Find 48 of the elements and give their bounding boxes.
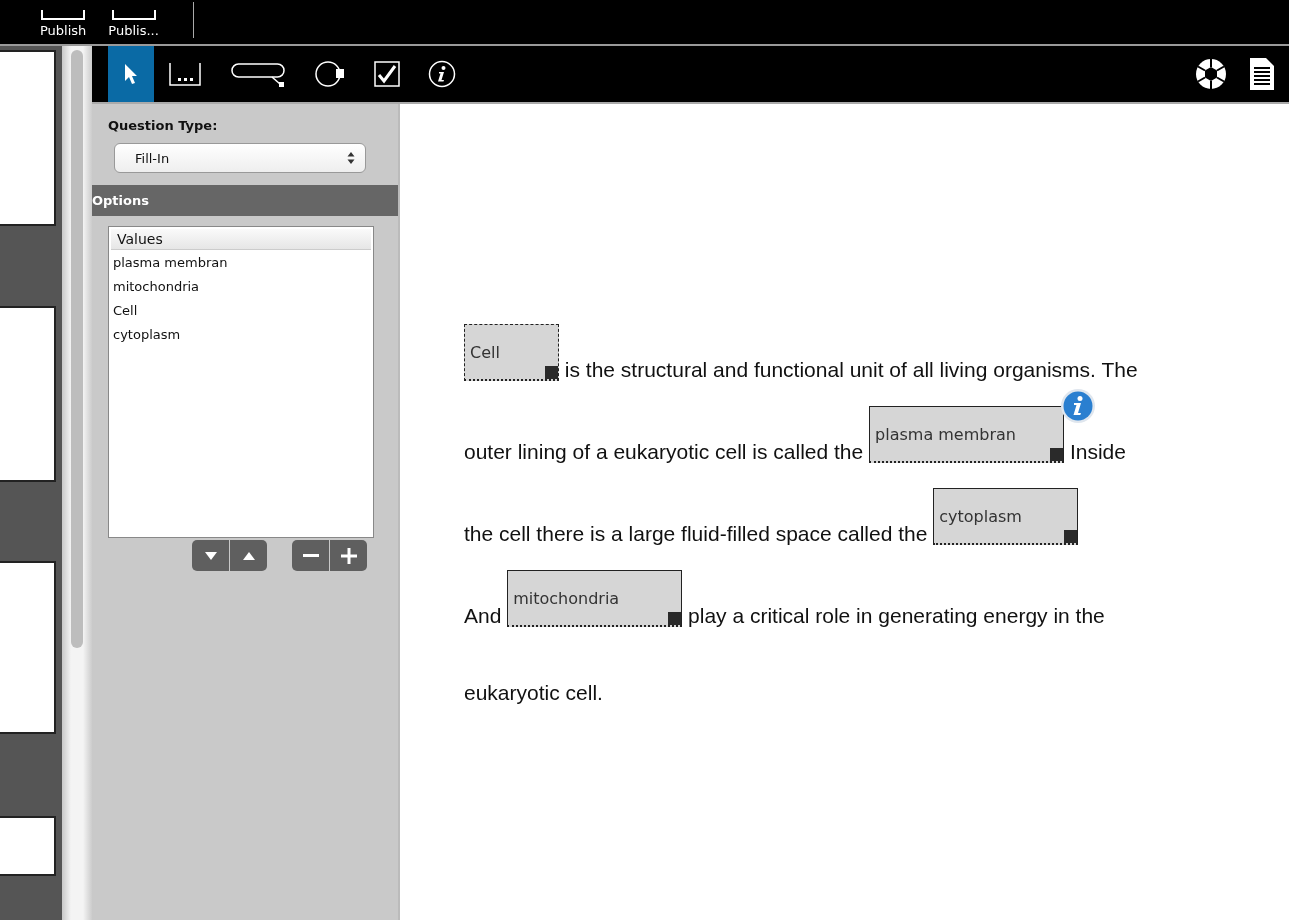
answer-box[interactable]: mitochondria bbox=[507, 570, 683, 627]
slide-thumbnail[interactable] bbox=[0, 816, 56, 876]
question-text: outer lining of a eukaryotic cell is called the bbox=[464, 440, 865, 463]
question-text: And bbox=[464, 604, 503, 627]
slide-thumbnail[interactable] bbox=[0, 561, 56, 734]
slide-thumbnail[interactable] bbox=[0, 306, 56, 482]
circle-icon bbox=[314, 59, 346, 89]
list-item[interactable]: plasma membran bbox=[111, 250, 371, 274]
answer-box[interactable]: Cell bbox=[464, 324, 559, 381]
pointer-icon bbox=[123, 63, 139, 85]
remove-button[interactable] bbox=[292, 540, 329, 571]
move-down-button[interactable] bbox=[192, 540, 229, 571]
checkbox-icon bbox=[374, 61, 400, 87]
fill-in-icon bbox=[168, 61, 202, 87]
down-triangle-icon bbox=[203, 550, 218, 561]
resize-handle[interactable] bbox=[668, 612, 682, 625]
callout-icon bbox=[230, 61, 286, 87]
info-icon bbox=[428, 60, 456, 88]
question-type-dropdown[interactable]: Fill-In bbox=[114, 143, 366, 173]
publish-button[interactable]: Publish bbox=[40, 23, 87, 44]
aperture-icon[interactable] bbox=[1195, 58, 1227, 90]
scroll-thumb[interactable] bbox=[71, 50, 83, 648]
plus-icon bbox=[340, 547, 357, 564]
info-icon[interactable] bbox=[1060, 388, 1097, 424]
answer-box[interactable]: plasma membran bbox=[869, 406, 1065, 463]
slide-thumbnail[interactable] bbox=[0, 50, 56, 226]
publish-button[interactable]: Publis... bbox=[108, 23, 159, 44]
stepper-icon bbox=[347, 151, 355, 165]
question-text: play a critical role in generating energy in the bbox=[687, 604, 1105, 627]
add-button[interactable] bbox=[330, 540, 367, 571]
question-text: Inside bbox=[1068, 440, 1126, 463]
question-text: is the structural and functional unit of all living organisms. The bbox=[563, 358, 1138, 381]
answer-box[interactable]: cytoplasm bbox=[933, 488, 1079, 545]
resize-handle[interactable] bbox=[1064, 530, 1078, 543]
question-type-label: Question Type: bbox=[107, 117, 219, 133]
resize-handle[interactable] bbox=[545, 366, 558, 379]
resize-handle[interactable] bbox=[1050, 448, 1064, 461]
list-item[interactable]: cytoplasm bbox=[111, 322, 371, 346]
move-up-button[interactable] bbox=[230, 540, 267, 571]
up-triangle-icon bbox=[241, 550, 256, 561]
options-header: Options bbox=[92, 185, 398, 216]
scroll-bar[interactable] bbox=[62, 46, 92, 920]
question-text: eukaryotic cell. bbox=[464, 681, 603, 704]
column-header[interactable]: Values bbox=[111, 229, 371, 250]
list-item[interactable]: mitochondria bbox=[111, 274, 371, 298]
minus-icon bbox=[302, 553, 319, 558]
list-item[interactable]: Cell bbox=[111, 298, 371, 322]
question-text: the cell there is a large fluid-filled space called the bbox=[464, 522, 929, 545]
